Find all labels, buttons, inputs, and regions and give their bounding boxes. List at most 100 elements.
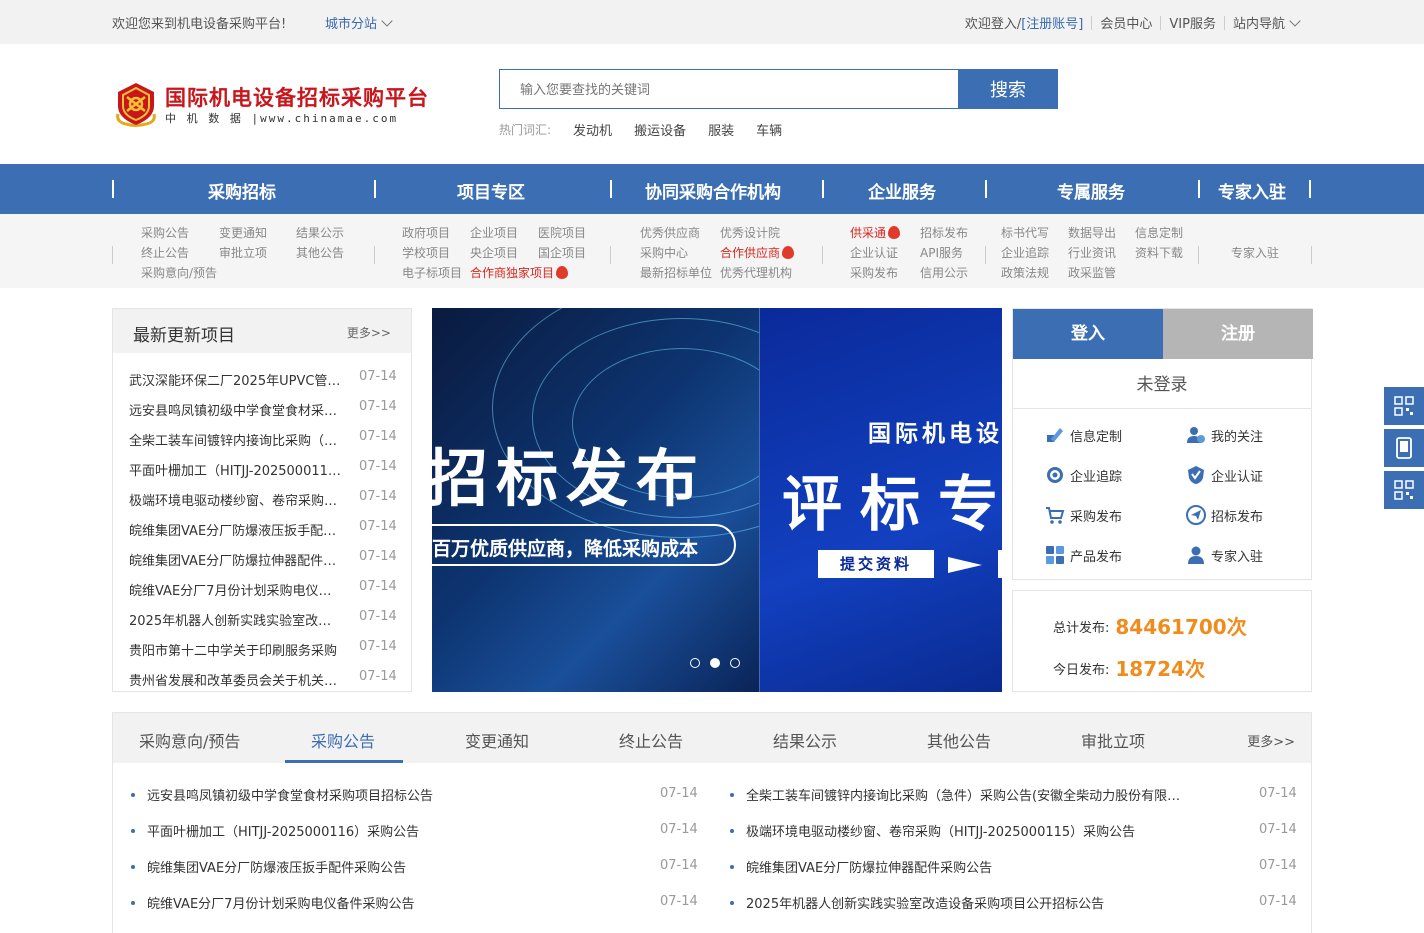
subnav-link[interactable]: 专家入驻 [1231, 244, 1279, 261]
list-item[interactable]: 贵州省发展和改革委员会关于机关采购 07-14 [113, 663, 411, 693]
carousel-dot-active[interactable] [710, 658, 720, 668]
nav-exclusive[interactable]: 专属服务 [1057, 178, 1125, 203]
subnav-link[interactable]: 电子标项目 [402, 264, 462, 281]
list-item[interactable]: 2025年机器人创新实践实验室改造设备 07-14 [113, 603, 411, 633]
tab-other[interactable]: 其他公告 [927, 728, 991, 752]
login-tab[interactable]: 登入 [1013, 309, 1163, 359]
member-center-link[interactable]: 会员中心 [1100, 13, 1152, 32]
subnav-link[interactable]: 审批立项 [219, 244, 267, 261]
action-purchase-publish[interactable]: 采购发布 [1045, 505, 1122, 525]
subnav-link[interactable]: 采购公告 [141, 224, 189, 241]
search-input[interactable] [499, 69, 959, 109]
city-substation-link[interactable]: 城市分站 [325, 13, 393, 32]
subnav-link[interactable]: 医院项目 [538, 224, 586, 241]
nav-projects[interactable]: 项目专区 [457, 178, 525, 203]
subnav-link[interactable]: 信息定制 [1135, 224, 1183, 241]
subnav-link[interactable]: 信用公示 [920, 264, 968, 281]
more-link[interactable]: 更多>> [347, 324, 391, 341]
subnav-link[interactable]: 采购意向/预告 [141, 264, 217, 281]
list-item[interactable]: 平面叶栅加工（HITJJ-2025000116）采购 07-14 [113, 453, 411, 483]
subnav-link-hot[interactable]: 合作供应商 [720, 244, 795, 261]
subnav-link[interactable]: 企业项目 [470, 224, 518, 241]
tab-approval[interactable]: 审批立项 [1081, 728, 1145, 752]
list-item[interactable]: 贵阳市第十二中学关于印刷服务采购 07-14 [113, 633, 411, 663]
subnav-link[interactable]: 央企项目 [470, 244, 518, 261]
subnav-link[interactable]: 企业追踪 [1001, 244, 1049, 261]
subnav-link[interactable]: 最新招标单位 [640, 264, 712, 281]
action-tender-publish[interactable]: 招标发布 [1186, 505, 1263, 525]
list-item[interactable]: 武汉深能环保二厂2025年UPVC管材采购 07-14 [113, 363, 411, 393]
list-item[interactable]: 皖维集团VAE分厂防爆拉伸器配件采购公告 [730, 857, 1184, 876]
nav-expert[interactable]: 专家入驻 [1218, 178, 1286, 203]
subnav-link[interactable]: 结果公示 [296, 224, 344, 241]
list-item[interactable]: 皖维VAE分厂7月份计划采购电仪备件 07-14 [113, 573, 411, 603]
subnav-link[interactable]: 国企项目 [538, 244, 586, 261]
register-tab[interactable]: 注册 [1163, 309, 1313, 359]
list-item[interactable]: 远安县鸣凤镇初级中学食堂食材采购项目 07-14 [113, 393, 411, 423]
site-nav-link[interactable]: 站内导航 [1233, 13, 1301, 32]
subnav-link[interactable]: 其他公告 [296, 244, 344, 261]
subnav-link[interactable]: 学校项目 [402, 244, 450, 261]
tab-change-notice[interactable]: 变更通知 [465, 728, 529, 752]
subnav-link[interactable]: 招标发布 [920, 224, 968, 241]
carousel-dot[interactable] [730, 658, 740, 668]
banner-carousel[interactable]: 招标发布 百万优质供应商，降低采购成本 国际机电设 评标专 提交资料 [432, 308, 1002, 692]
subnav-link[interactable]: 数据导出 [1068, 224, 1116, 241]
list-item[interactable]: 远安县鸣凤镇初级中学食堂食材采购项目招标公告 [131, 785, 471, 804]
qrcode-button[interactable] [1384, 387, 1424, 425]
action-expert-join[interactable]: 专家入驻 [1186, 545, 1263, 565]
vip-service-link[interactable]: VIP服务 [1169, 13, 1216, 32]
tab-procurement-intent[interactable]: 采购意向/预告 [139, 728, 240, 752]
subnav-link[interactable]: 终止公告 [141, 244, 189, 261]
subnav-link[interactable]: 采购中心 [640, 244, 688, 261]
action-info-custom[interactable]: 信息定制 [1045, 425, 1122, 445]
subnav-link[interactable]: 政府项目 [402, 224, 450, 241]
list-item[interactable]: 皖维集团VAE分厂防爆液压扳手配件采购公告 [131, 857, 471, 876]
hot-word[interactable]: 发动机 [573, 120, 612, 139]
subnav-link[interactable]: 政采监管 [1068, 264, 1116, 281]
subnav-link-hot[interactable]: 供采通 [850, 224, 901, 241]
list-item[interactable]: 皖维集团VAE分厂防爆拉伸器配件采购 07-14 [113, 543, 411, 573]
register-link[interactable]: [注册账号] [1021, 13, 1083, 32]
action-product-publish[interactable]: 产品发布 [1045, 545, 1122, 565]
action-company-verify[interactable]: 企业认证 [1186, 465, 1263, 485]
tab-termination[interactable]: 终止公告 [619, 728, 683, 752]
search-button[interactable]: 搜索 [958, 69, 1058, 109]
list-item[interactable]: 极端环境电驱动楼纱窗、卷帘采购项目 07-14 [113, 483, 411, 513]
subnav-link[interactable]: 优秀设计院 [720, 224, 780, 241]
list-item[interactable]: 全柴工装车间镀锌内接询比采购（急件） 07-14 [113, 423, 411, 453]
list-item[interactable]: 皖维VAE分厂7月份计划采购电仪备件采购公告 [131, 893, 471, 912]
more-link[interactable]: 更多>> [1247, 731, 1295, 750]
subnav-link[interactable]: 政策法规 [1001, 264, 1049, 281]
subnav-link[interactable]: 优秀供应商 [640, 224, 700, 241]
nav-partners[interactable]: 协同采购合作机构 [645, 178, 781, 203]
login-link[interactable]: 欢迎登入/ [965, 13, 1021, 32]
action-my-follow[interactable]: 我的关注 [1186, 425, 1263, 445]
list-item[interactable]: 平面叶栅加工（HITJJ-2025000116）采购公告 [131, 821, 471, 840]
subnav-link[interactable]: 资料下载 [1135, 244, 1183, 261]
nav-procurement[interactable]: 采购招标 [208, 178, 276, 203]
subnav-link[interactable]: 优秀代理机构 [720, 264, 792, 281]
list-item[interactable]: 极端环境电驱动楼纱窗、卷帘采购（HITJJ-2025000115）采购公告 [730, 821, 1184, 840]
subnav-link[interactable]: 标书代写 [1001, 224, 1049, 241]
carousel-dot[interactable] [690, 658, 700, 668]
subnav-link[interactable]: 企业认证 [850, 244, 898, 261]
subnav-link[interactable]: 采购发布 [850, 264, 898, 281]
hot-word[interactable]: 车辆 [756, 120, 782, 139]
list-item[interactable]: 2025年机器人创新实践实验室改造设备采购项目公开招标公告 [730, 893, 1184, 912]
list-item[interactable]: 全柴工装车间镀锌内接询比采购（急件）采购公告(安徽全柴动力股份有限公司) [730, 785, 1184, 804]
tab-results[interactable]: 结果公示 [773, 728, 837, 752]
subnav-link[interactable]: 变更通知 [219, 224, 267, 241]
subnav-link-hot[interactable]: 合作商独家项目 [470, 264, 569, 281]
tab-procurement-notice[interactable]: 采购公告 [311, 728, 375, 752]
qrcode-button[interactable] [1384, 471, 1424, 509]
subnav-link[interactable]: 行业资讯 [1068, 244, 1116, 261]
subnav-link[interactable]: API服务 [920, 244, 963, 261]
action-company-track[interactable]: 企业追踪 [1045, 465, 1122, 485]
hot-word[interactable]: 服装 [708, 120, 734, 139]
mobile-button[interactable] [1384, 429, 1424, 467]
list-item[interactable]: 皖维集团VAE分厂防爆液压扳手配件采购 07-14 [113, 513, 411, 543]
hot-word[interactable]: 搬运设备 [634, 120, 686, 139]
submit-materials-button[interactable]: 提交资料 [818, 550, 934, 578]
nav-enterprise[interactable]: 企业服务 [868, 178, 936, 203]
